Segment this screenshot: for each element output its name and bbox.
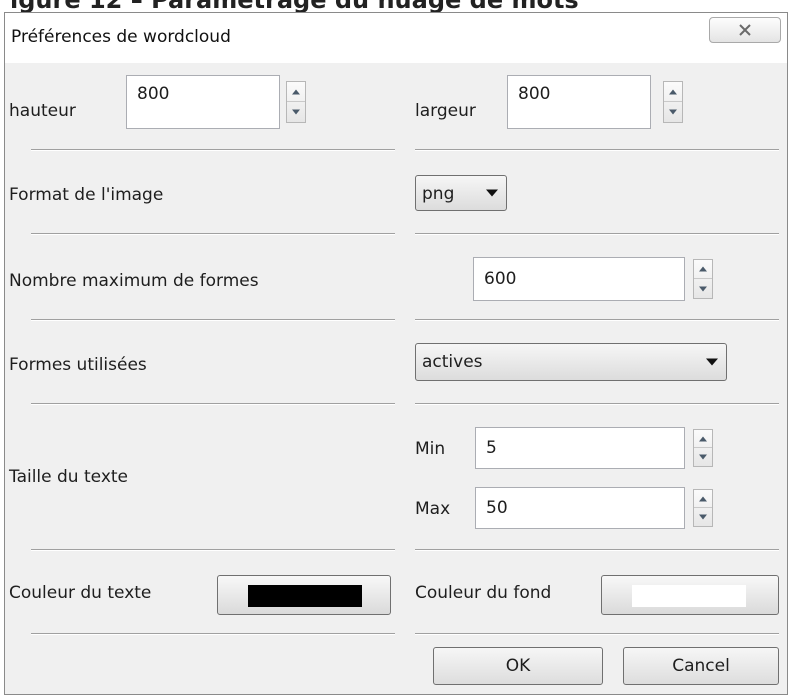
separator xyxy=(31,403,395,405)
text-color-swatch xyxy=(248,585,362,607)
background-color-button[interactable] xyxy=(601,575,779,615)
separator xyxy=(415,403,779,405)
text-color-button[interactable] xyxy=(217,575,391,615)
height-decrement-button[interactable] xyxy=(287,102,305,122)
text-color-label: Couleur du texte xyxy=(9,583,152,603)
height-increment-button[interactable] xyxy=(287,82,305,102)
height-spinner[interactable] xyxy=(286,81,306,123)
max-forms-spinner[interactable] xyxy=(693,259,713,299)
min-size-decrement-button[interactable] xyxy=(694,448,712,466)
width-input[interactable]: 800 xyxy=(507,75,651,129)
separator xyxy=(31,319,395,321)
arrow-up-icon xyxy=(699,496,707,501)
separator xyxy=(415,149,779,151)
arrow-up-icon xyxy=(669,89,677,94)
max-size-input[interactable]: 50 xyxy=(475,487,685,529)
ok-button[interactable]: OK xyxy=(433,647,603,685)
background-color-label: Couleur du fond xyxy=(415,583,552,603)
close-icon xyxy=(739,24,751,36)
separator xyxy=(31,149,395,151)
cancel-button[interactable]: Cancel xyxy=(623,647,779,685)
chevron-down-icon xyxy=(706,358,718,366)
close-button[interactable] xyxy=(709,17,781,43)
background-window-strip: igure 12 – Paramétrage du nuage de mots xyxy=(0,0,790,12)
separator xyxy=(31,549,395,551)
dialog-title: Préférences de wordcloud xyxy=(11,27,231,47)
forms-used-value: actives xyxy=(422,352,483,372)
height-input[interactable]: 800 xyxy=(126,75,280,129)
height-label: hauteur xyxy=(9,101,76,121)
min-size-increment-button[interactable] xyxy=(694,430,712,448)
wordcloud-preferences-dialog: Préférences de wordcloud hauteur 800 lar… xyxy=(4,12,788,695)
separator xyxy=(415,633,779,635)
arrow-up-icon xyxy=(292,89,300,94)
min-size-label: Min xyxy=(415,439,446,459)
separator xyxy=(31,233,395,235)
separator xyxy=(415,549,779,551)
width-decrement-button[interactable] xyxy=(664,102,682,122)
max-size-label: Max xyxy=(415,499,451,519)
arrow-down-icon xyxy=(669,109,677,115)
image-format-label: Format de l'image xyxy=(9,185,164,205)
width-spinner[interactable] xyxy=(663,81,683,123)
arrow-down-icon xyxy=(699,454,707,460)
max-forms-label: Nombre maximum de formes xyxy=(9,271,259,291)
arrow-down-icon xyxy=(699,286,707,291)
max-size-decrement-button[interactable] xyxy=(694,508,712,526)
background-color-swatch xyxy=(632,585,746,607)
separator xyxy=(415,319,779,321)
arrow-down-icon xyxy=(292,109,300,115)
width-increment-button[interactable] xyxy=(664,82,682,102)
image-format-value: png xyxy=(422,184,455,204)
arrow-up-icon xyxy=(699,266,707,272)
max-forms-input[interactable]: 600 xyxy=(473,257,685,301)
forms-used-select[interactable]: actives xyxy=(415,343,727,381)
title-bar: Préférences de wordcloud xyxy=(5,13,787,63)
min-size-spinner[interactable] xyxy=(693,429,713,467)
separator xyxy=(415,233,779,235)
max-forms-increment-button[interactable] xyxy=(694,260,712,279)
background-text: igure 12 – Paramétrage du nuage de mots xyxy=(10,0,579,12)
max-size-increment-button[interactable] xyxy=(694,490,712,508)
width-label: largeur xyxy=(415,101,476,121)
max-size-spinner[interactable] xyxy=(693,489,713,527)
text-size-label: Taille du texte xyxy=(9,467,128,487)
forms-used-label: Formes utilisées xyxy=(9,355,147,375)
separator xyxy=(31,633,395,635)
min-size-input[interactable]: 5 xyxy=(475,427,685,469)
chevron-down-icon xyxy=(486,189,498,197)
max-forms-decrement-button[interactable] xyxy=(694,279,712,298)
arrow-up-icon xyxy=(699,436,707,441)
arrow-down-icon xyxy=(699,514,707,520)
image-format-select[interactable]: png xyxy=(415,175,507,211)
